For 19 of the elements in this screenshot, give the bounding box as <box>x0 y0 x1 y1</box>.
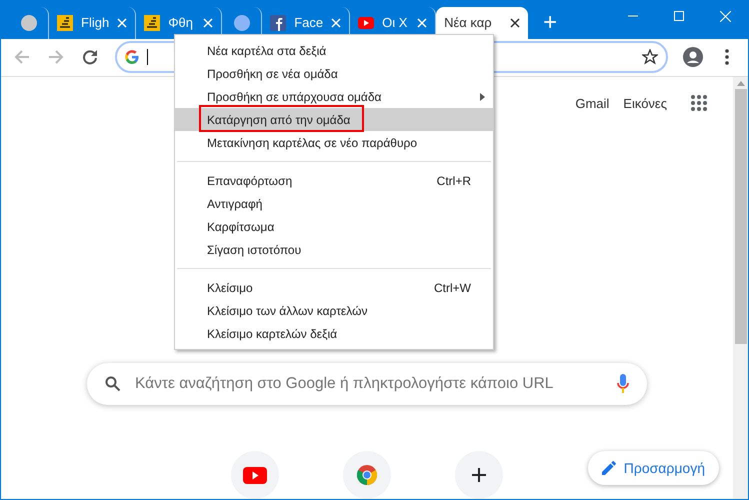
menu-item[interactable]: Μετακίνηση καρτέλας σε νέο παράθυρο <box>175 131 493 154</box>
search-field[interactable]: Κάντε αναζήτηση στο Google ή πληκτρολογήστε κάποιο URL <box>87 363 647 405</box>
browser-tab[interactable]: Νέα καρ <box>436 6 528 38</box>
menu-item[interactable]: Προσθήκη σε υπάρχουσα ομάδα <box>175 85 493 108</box>
customize-button[interactable]: Προσαρμογή <box>588 451 719 485</box>
menu-item[interactable]: Κλείσιμο των άλλων καρτελών <box>175 299 493 322</box>
new-tab-button[interactable]: + <box>532 6 568 38</box>
menu-item[interactable]: Σίγαση ιστοτόπου <box>175 238 493 261</box>
browser-tab[interactable]: Fligh <box>49 6 136 38</box>
menu-item[interactable]: Νέα καρτέλα στα δεξιά <box>175 39 493 62</box>
header-link[interactable]: Gmail <box>575 96 610 110</box>
menu-item[interactable]: Αντιγραφή <box>175 192 493 215</box>
menu-item[interactable]: Κατάργηση από την ομάδα <box>175 108 493 131</box>
menu-item[interactable]: Προσθήκη σε νέα ομάδα <box>175 62 493 85</box>
header-link[interactable]: Εικόνες <box>623 96 667 110</box>
menu-item[interactable]: Κλείσιμο καρτελών δεξιά <box>175 322 493 345</box>
menu-item[interactable]: Κλείσιμο Ctrl+W <box>175 276 493 299</box>
menu-item[interactable]: Επαναφόρτωση Ctrl+R <box>175 169 493 192</box>
menu-item[interactable]: Καρφίτσωμα <box>175 215 493 238</box>
